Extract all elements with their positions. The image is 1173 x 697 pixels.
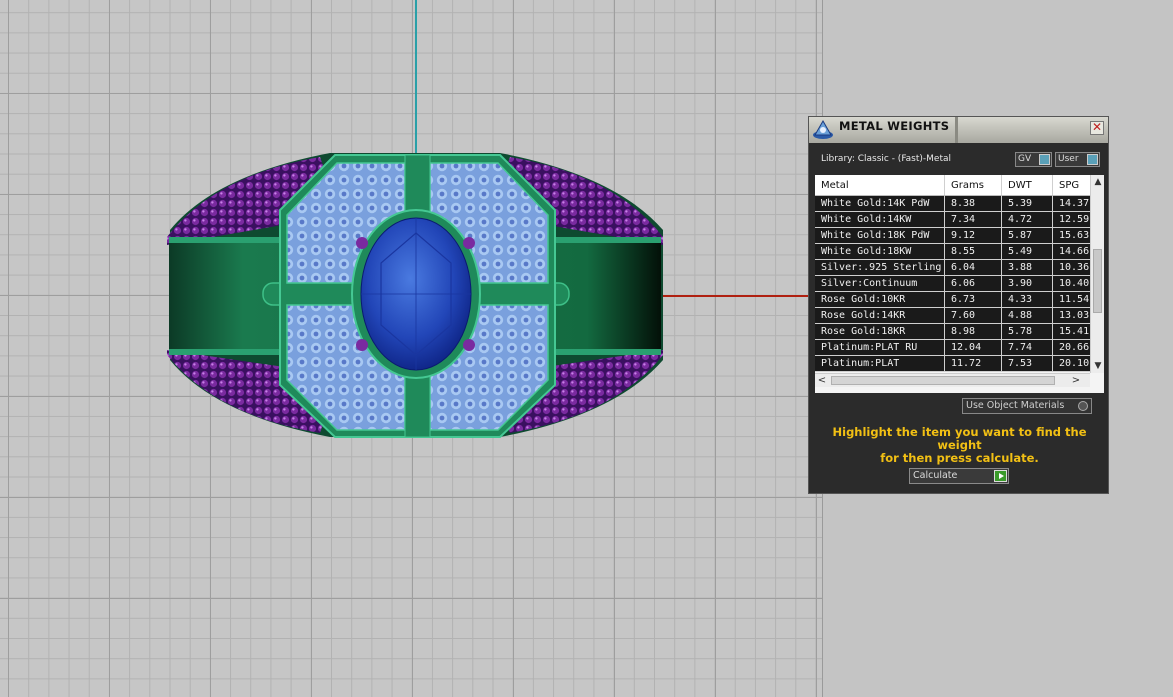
spg-cell: 20.10 — [1059, 358, 1090, 369]
table-row[interactable]: Silver:Continuum 6.06 3.90 10.40 — [815, 276, 1090, 292]
instruction-line-1: Highlight the item you want to find the … — [832, 425, 1087, 452]
calculate-label: Calculate — [913, 470, 958, 481]
spg-cell: 10.36 — [1059, 262, 1090, 273]
table-row[interactable]: White Gold:18K PdW 9.12 5.87 15.63 — [815, 228, 1090, 244]
metal-name-cell: White Gold:14KW — [815, 212, 945, 227]
user-toggle-label: User — [1058, 154, 1079, 164]
use-object-materials-label: Use Object Materials — [966, 400, 1065, 411]
calculate-button[interactable]: Calculate — [909, 468, 1009, 484]
grams-cell: 6.04 — [945, 260, 1002, 275]
column-header-dwt[interactable]: DWT — [1002, 175, 1053, 195]
grams-cell: 6.06 — [945, 276, 1002, 291]
gv-toggle[interactable]: GV — [1015, 152, 1052, 167]
dwt-cell: 4.33 — [1002, 292, 1053, 307]
spg-cell: 14.66 — [1059, 246, 1090, 257]
instruction-line-2: for then press calculate. — [880, 451, 1039, 465]
x-axis-line — [660, 295, 810, 297]
metal-name-cell: White Gold:14K PdW — [815, 196, 945, 211]
metal-name-cell: White Gold:18KW — [815, 244, 945, 259]
metal-name-cell: Silver:.925 Sterling — [815, 260, 945, 275]
metal-name-cell: Rose Gold:10KR — [815, 292, 945, 307]
dwt-cell: 4.72 — [1002, 212, 1053, 227]
dwt-cell: 4.88 — [1002, 308, 1053, 323]
table-header-row: Metal Grams DWT SPG — [815, 175, 1090, 196]
grams-cell: 8.38 — [945, 196, 1002, 211]
table-row[interactable]: Rose Gold:14KR 7.60 4.88 13.03 — [815, 308, 1090, 324]
spg-cell: 20.66 — [1059, 342, 1090, 353]
play-arrow-icon[interactable] — [994, 470, 1007, 482]
vertical-scrollbar[interactable]: ▲ ▼ — [1090, 175, 1104, 373]
close-icon[interactable]: ✕ — [1090, 121, 1104, 135]
use-object-materials-toggle[interactable]: Use Object Materials — [962, 398, 1092, 414]
grams-cell: 7.34 — [945, 212, 1002, 227]
vertical-scroll-thumb[interactable] — [1093, 249, 1102, 313]
library-label: Library: Classic - (Fast)-Metal — [821, 154, 952, 164]
horizontal-scrollbar[interactable]: < > — [815, 373, 1090, 387]
dwt-cell: 7.53 — [1002, 356, 1053, 371]
spg-cell: 15.63 — [1059, 230, 1090, 241]
rhino-logo-icon — [813, 119, 833, 139]
metal-name-cell: Silver:Continuum — [815, 276, 945, 291]
horizontal-scroll-thumb[interactable] — [831, 376, 1055, 385]
table-row[interactable]: Platinum:PLAT 11.72 7.53 20.10 — [815, 356, 1090, 372]
table-row[interactable]: White Gold:14KW 7.34 4.72 12.59 — [815, 212, 1090, 228]
table-row[interactable]: Rose Gold:10KR 6.73 4.33 11.54 — [815, 292, 1090, 308]
scroll-up-icon[interactable]: ▲ — [1092, 176, 1104, 188]
dwt-cell: 7.74 — [1002, 340, 1053, 355]
table-row[interactable]: Platinum:PLAT RU 12.04 7.74 20.66 — [815, 340, 1090, 356]
grams-cell: 7.60 — [945, 308, 1002, 323]
column-header-spg[interactable]: SPG — [1053, 175, 1090, 195]
grams-cell: 8.98 — [945, 324, 1002, 339]
metal-weights-panel: METAL WEIGHTS ✕ Library: Classic - (Fast… — [808, 116, 1109, 494]
dwt-cell: 3.88 — [1002, 260, 1053, 275]
metal-table: Metal Grams DWT SPG White Gold:14K PdW 8.… — [815, 175, 1104, 393]
scroll-right-icon[interactable]: > — [1070, 374, 1082, 387]
panel-titlebar[interactable]: METAL WEIGHTS ✕ — [809, 117, 1108, 143]
table-row[interactable]: Rose Gold:18KR 8.98 5.78 15.41 — [815, 324, 1090, 340]
spg-cell: 12.59 — [1059, 214, 1090, 225]
metal-name-cell: Rose Gold:18KR — [815, 324, 945, 339]
scroll-down-icon[interactable]: ▼ — [1092, 360, 1104, 372]
gv-toggle-label: GV — [1018, 154, 1032, 164]
scroll-left-icon[interactable]: < — [816, 374, 828, 387]
metal-name-cell: Rose Gold:14KR — [815, 308, 945, 323]
user-toggle[interactable]: User — [1055, 152, 1100, 167]
spg-cell: 13.03 — [1059, 310, 1090, 321]
titlebar-divider — [955, 117, 958, 143]
metal-name-cell: White Gold:18K PdW — [815, 228, 945, 243]
column-header-metal[interactable]: Metal — [815, 175, 945, 195]
grams-cell: 9.12 — [945, 228, 1002, 243]
dwt-cell: 5.49 — [1002, 244, 1053, 259]
gv-toggle-knob — [1039, 154, 1050, 165]
spg-cell: 10.40 — [1059, 278, 1090, 289]
grams-cell: 12.04 — [945, 340, 1002, 355]
grams-cell: 6.73 — [945, 292, 1002, 307]
grams-cell: 11.72 — [945, 356, 1002, 371]
table-row[interactable]: Silver:.925 Sterling 6.04 3.88 10.36 — [815, 260, 1090, 276]
ring-model[interactable] — [155, 145, 675, 445]
user-toggle-knob — [1087, 154, 1098, 165]
dwt-cell: 3.90 — [1002, 276, 1053, 291]
spg-cell: 15.41 — [1059, 326, 1090, 337]
metal-name-cell: Platinum:PLAT RU — [815, 340, 945, 355]
metal-name-cell: Platinum:PLAT — [815, 356, 945, 371]
dwt-cell: 5.87 — [1002, 228, 1053, 243]
radio-icon[interactable] — [1078, 401, 1088, 411]
spg-cell: 14.37 — [1059, 198, 1090, 209]
y-axis-line — [415, 0, 417, 160]
panel-title: METAL WEIGHTS — [839, 119, 950, 133]
grams-cell: 8.55 — [945, 244, 1002, 259]
spg-cell: 11.54 — [1059, 294, 1090, 305]
table-row[interactable]: White Gold:18KW 8.55 5.49 14.66 — [815, 244, 1090, 260]
dwt-cell: 5.39 — [1002, 196, 1053, 211]
column-header-grams[interactable]: Grams — [945, 175, 1002, 195]
dwt-cell: 5.78 — [1002, 324, 1053, 339]
metal-table-body: Metal Grams DWT SPG White Gold:14K PdW 8.… — [815, 175, 1090, 373]
instruction-text: Highlight the item you want to find the … — [819, 426, 1100, 465]
table-row[interactable]: White Gold:14K PdW 8.38 5.39 14.37 — [815, 196, 1090, 212]
